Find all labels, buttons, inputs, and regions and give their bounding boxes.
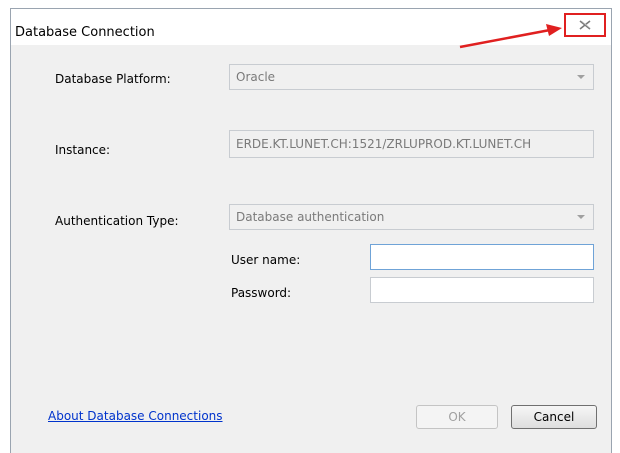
database-connection-dialog: Database Connection Database Platform: O… <box>10 8 612 453</box>
chevron-down-icon <box>577 75 585 79</box>
platform-dropdown[interactable]: Oracle <box>229 64 594 90</box>
auth-type-value: Database authentication <box>236 210 385 224</box>
cancel-button[interactable]: Cancel <box>511 405 597 429</box>
ok-button[interactable]: OK <box>416 405 498 429</box>
instance-value: ERDE.KT.LUNET.CH:1521/ZRLUPROD.KT.LUNET.… <box>236 137 532 151</box>
instance-label: Instance: <box>55 143 111 157</box>
chevron-down-icon <box>577 215 585 219</box>
platform-value: Oracle <box>236 70 276 84</box>
arrow-icon <box>459 24 562 49</box>
platform-label: Database Platform: <box>55 72 171 86</box>
auth-type-dropdown[interactable]: Database authentication <box>229 204 594 230</box>
password-label: Password: <box>231 286 292 300</box>
window-title: Database Connection <box>15 25 155 40</box>
instance-field[interactable]: ERDE.KT.LUNET.CH:1521/ZRLUPROD.KT.LUNET.… <box>229 130 594 158</box>
auth-type-label: Authentication Type: <box>55 214 179 228</box>
about-connections-link[interactable]: About Database Connections <box>48 409 223 423</box>
close-icon <box>579 20 591 30</box>
username-label: User name: <box>231 253 301 267</box>
close-button[interactable] <box>564 13 606 37</box>
username-input[interactable] <box>370 244 594 270</box>
password-input[interactable] <box>370 277 594 303</box>
